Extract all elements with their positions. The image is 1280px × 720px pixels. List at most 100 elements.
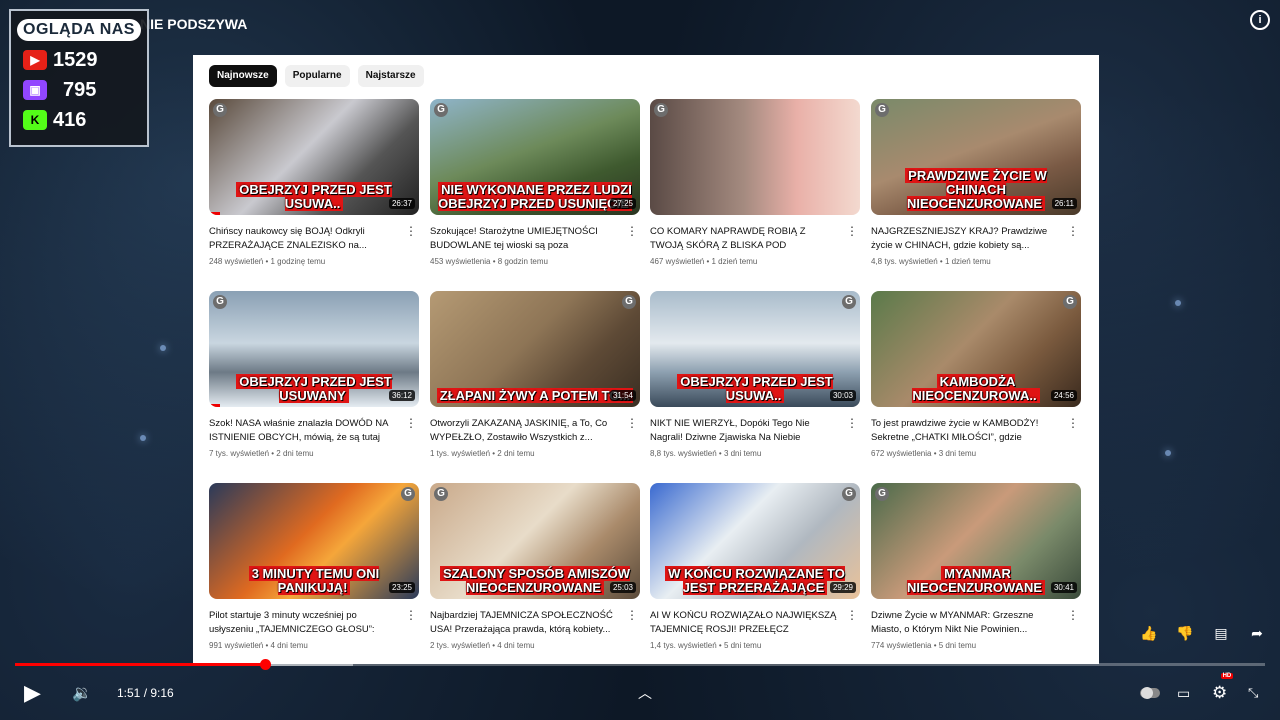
thumbnail-caption: SZALONY SPOSÓB AMISZÓW NIEOCENZUROWANE xyxy=(436,566,634,595)
more-options-icon[interactable]: ⋮ xyxy=(405,225,417,237)
settings-icon[interactable]: ⚙ HD xyxy=(1212,673,1234,710)
video-thumbnail[interactable]: G NIE WYKONANE PRZEZ LUDZI OBEJRZYJ PRZED… xyxy=(430,99,640,215)
video-meta: 991 wyświetleń • 4 dni temu xyxy=(209,641,308,650)
like-icon[interactable]: 👍 xyxy=(1140,624,1158,642)
viewer-counter: OGLĄDA NAS ▶ 1529 ▣ 795 K 416 xyxy=(9,9,149,147)
video-duration: 24:56 xyxy=(1050,390,1077,401)
channel-videos-panel: Najnowsze Popularne Najstarsze G OBEJRZYJ… xyxy=(193,55,1099,664)
video-title[interactable]: Pilot startuje 3 minuty wcześniej po usł… xyxy=(209,609,399,637)
video-thumbnail[interactable]: G OBEJRZYJ PRZED JEST USUWA.. 26:37 xyxy=(209,99,419,215)
play-icon[interactable]: ▶ xyxy=(24,676,41,710)
video-meta: 672 wyświetlenia • 3 dni temu xyxy=(871,449,977,458)
channel-logo-icon: G xyxy=(622,295,636,309)
video-thumbnail[interactable]: G xyxy=(650,99,860,215)
video-thumbnail[interactable]: G KAMBODŻA NIEOCENZUROWA.. 24:56 xyxy=(871,291,1081,407)
more-options-icon[interactable]: ⋮ xyxy=(846,609,858,621)
video-thumbnail[interactable]: G W KOŃCU ROZWIĄZANE TO JEST PRZERAŻAJĄCE… xyxy=(650,483,860,599)
video-thumbnail[interactable]: G MYANMAR NIEOCENZUROWANE 30:41 xyxy=(871,483,1081,599)
video-title[interactable]: Chińscy naukowcy się BOJĄ! Odkryli PRZER… xyxy=(209,225,399,253)
filter-popular[interactable]: Popularne xyxy=(284,65,350,87)
player-controls: ▶ 🔉 1:51 / 9:16 ︿ ▭ ⚙ HD ⤡ xyxy=(0,673,1280,710)
thumbnail-caption: MYANMAR NIEOCENZUROWANE xyxy=(877,566,1075,595)
channel-logo-icon: G xyxy=(1063,295,1077,309)
viewer-row-youtube: ▶ 1529 xyxy=(11,45,147,75)
video-duration: 23:25 xyxy=(388,582,415,593)
video-meta: 248 wyświetleń • 1 godzinę temu xyxy=(209,257,326,266)
chevron-up-icon[interactable]: ︿ xyxy=(638,676,652,710)
thumbnail-caption: W KOŃCU ROZWIĄZANE TO JEST PRZERAŻAJĄCE xyxy=(656,566,854,595)
video-duration: 30:41 xyxy=(1050,582,1077,593)
video-title[interactable]: Dziwne Życie w MYANMAR: Grzeszne Miasto,… xyxy=(871,609,1061,637)
video-title[interactable]: Szok! NASA właśnie znalazła DOWÓD NA IST… xyxy=(209,417,399,445)
video-title[interactable]: To jest prawdziwe życie w KAMBODŻY! Sekr… xyxy=(871,417,1061,445)
background-light xyxy=(1165,450,1171,456)
channel-logo-icon: G xyxy=(401,487,415,501)
video-duration: 30:03 xyxy=(829,390,856,401)
video-meta: 453 wyświetlenia • 8 godzin temu xyxy=(430,257,548,266)
viewer-count-youtube: 1529 xyxy=(53,48,98,71)
viewer-count-twitch: 795 xyxy=(63,78,97,101)
video-duration: 36:12 xyxy=(388,390,415,401)
channel-logo-icon: G xyxy=(434,103,448,117)
comment-icon[interactable]: ▤ xyxy=(1212,624,1230,642)
subtitles-icon[interactable]: ▭ xyxy=(1177,676,1190,710)
share-icon[interactable]: ➦ xyxy=(1248,624,1266,642)
thumbnail-caption: OBEJRZYJ PRZED JEST USUWANY xyxy=(215,374,413,403)
watched-progress xyxy=(209,212,220,215)
video-title[interactable]: CO KOMARY NAPRAWDĘ ROBIĄ Z TWOJĄ SKÓRĄ Z… xyxy=(650,225,840,253)
more-options-icon[interactable]: ⋮ xyxy=(405,609,417,621)
video-thumbnail[interactable]: G OBEJRZYJ PRZED JEST USUWA.. 30:03 xyxy=(650,291,860,407)
thumbnail-caption: NIE WYKONANE PRZEZ LUDZI OBEJRZYJ PRZED … xyxy=(438,182,632,211)
video-meta: 7 tys. wyświetleń • 2 dni temu xyxy=(209,449,314,458)
more-options-icon[interactable]: ⋮ xyxy=(846,417,858,429)
video-duration: 31:54 xyxy=(609,390,636,401)
video-title[interactable]: Szokujące! Starożytne UMIEJĘTNOŚCI BUDOW… xyxy=(430,225,620,253)
viewer-count-kick: 416 xyxy=(53,108,87,131)
hd-badge: HD xyxy=(1220,673,1234,679)
progress-played xyxy=(15,663,265,666)
video-duration: 25:03 xyxy=(609,582,636,593)
thumbnail-caption: KAMBODŻA NIEOCENZUROWA.. xyxy=(877,374,1075,403)
more-options-icon[interactable]: ⋮ xyxy=(405,417,417,429)
video-title[interactable]: NAJGRZESZNIEJSZY KRAJ? Prawdziwe życie w… xyxy=(871,225,1061,253)
video-title[interactable]: Najbardziej TAJEMNICZA SPOŁECZNOŚĆ USA! … xyxy=(430,609,620,637)
viewer-counter-title: OGLĄDA NAS xyxy=(17,19,141,41)
video-thumbnail[interactable]: G PRAWDZIWE ŻYCIE W CHINACH NIEOCENZUROWA… xyxy=(871,99,1081,215)
volume-icon[interactable]: 🔉 xyxy=(72,676,92,710)
video-meta: 467 wyświetleń • 1 dzień temu xyxy=(650,257,758,266)
background-light xyxy=(160,345,166,351)
autoplay-toggle[interactable] xyxy=(1140,676,1160,710)
dislike-icon[interactable]: 👎 xyxy=(1176,624,1194,642)
more-options-icon[interactable]: ⋮ xyxy=(846,225,858,237)
thumbnail-caption: OBEJRZYJ PRZED JEST USUWA.. xyxy=(215,182,413,211)
youtube-icon: ▶ xyxy=(23,50,47,70)
info-icon[interactable]: i xyxy=(1250,10,1270,30)
filter-newest[interactable]: Najnowsze xyxy=(209,65,277,87)
video-title[interactable]: NIKT NIE WIERZYŁ, Dopóki Tego Nie Nagral… xyxy=(650,417,840,445)
video-title[interactable]: Otworzyli ZAKAZANĄ JASKINIĘ, a To, Co WY… xyxy=(430,417,620,445)
video-thumbnail[interactable]: G 3 MINUTY TEMU ONI PANIKUJĄ! 23:25 xyxy=(209,483,419,599)
video-duration: 29:29 xyxy=(829,582,856,593)
channel-logo-icon: G xyxy=(434,487,448,501)
video-thumbnail[interactable]: G SZALONY SPOSÓB AMISZÓW NIEOCENZUROWANE 2… xyxy=(430,483,640,599)
more-options-icon[interactable]: ⋮ xyxy=(626,225,638,237)
progress-bar[interactable] xyxy=(15,659,1265,670)
video-title[interactable]: AI W KOŃCU ROZWIĄZAŁO NAJWIĘKSZĄ TAJEMNI… xyxy=(650,609,840,637)
video-title[interactable]: NIE PODSZYWA xyxy=(140,16,247,32)
thumbnail-caption: OBEJRZYJ PRZED JEST USUWA.. xyxy=(656,374,854,403)
channel-logo-icon: G xyxy=(842,487,856,501)
viewer-row-twitch: ▣ 795 xyxy=(11,75,147,105)
exit-fullscreen-icon[interactable]: ⤡ xyxy=(1248,676,1258,710)
more-options-icon[interactable]: ⋮ xyxy=(1067,417,1079,429)
viewer-row-kick: K 416 xyxy=(11,105,147,135)
more-options-icon[interactable]: ⋮ xyxy=(626,417,638,429)
more-options-icon[interactable]: ⋮ xyxy=(1067,609,1079,621)
video-thumbnail[interactable]: G OBEJRZYJ PRZED JEST USUWANY 36:12 xyxy=(209,291,419,407)
more-options-icon[interactable]: ⋮ xyxy=(626,609,638,621)
video-meta: 2 tys. wyświetleń • 4 dni temu xyxy=(430,641,535,650)
filter-oldest[interactable]: Najstarsze xyxy=(357,65,424,87)
more-options-icon[interactable]: ⋮ xyxy=(1067,225,1079,237)
background-light xyxy=(1175,300,1181,306)
video-thumbnail[interactable]: G ZŁAPANI ŻYWY A POTEM TO... 31:54 xyxy=(430,291,640,407)
progress-scrubber[interactable] xyxy=(260,659,271,670)
